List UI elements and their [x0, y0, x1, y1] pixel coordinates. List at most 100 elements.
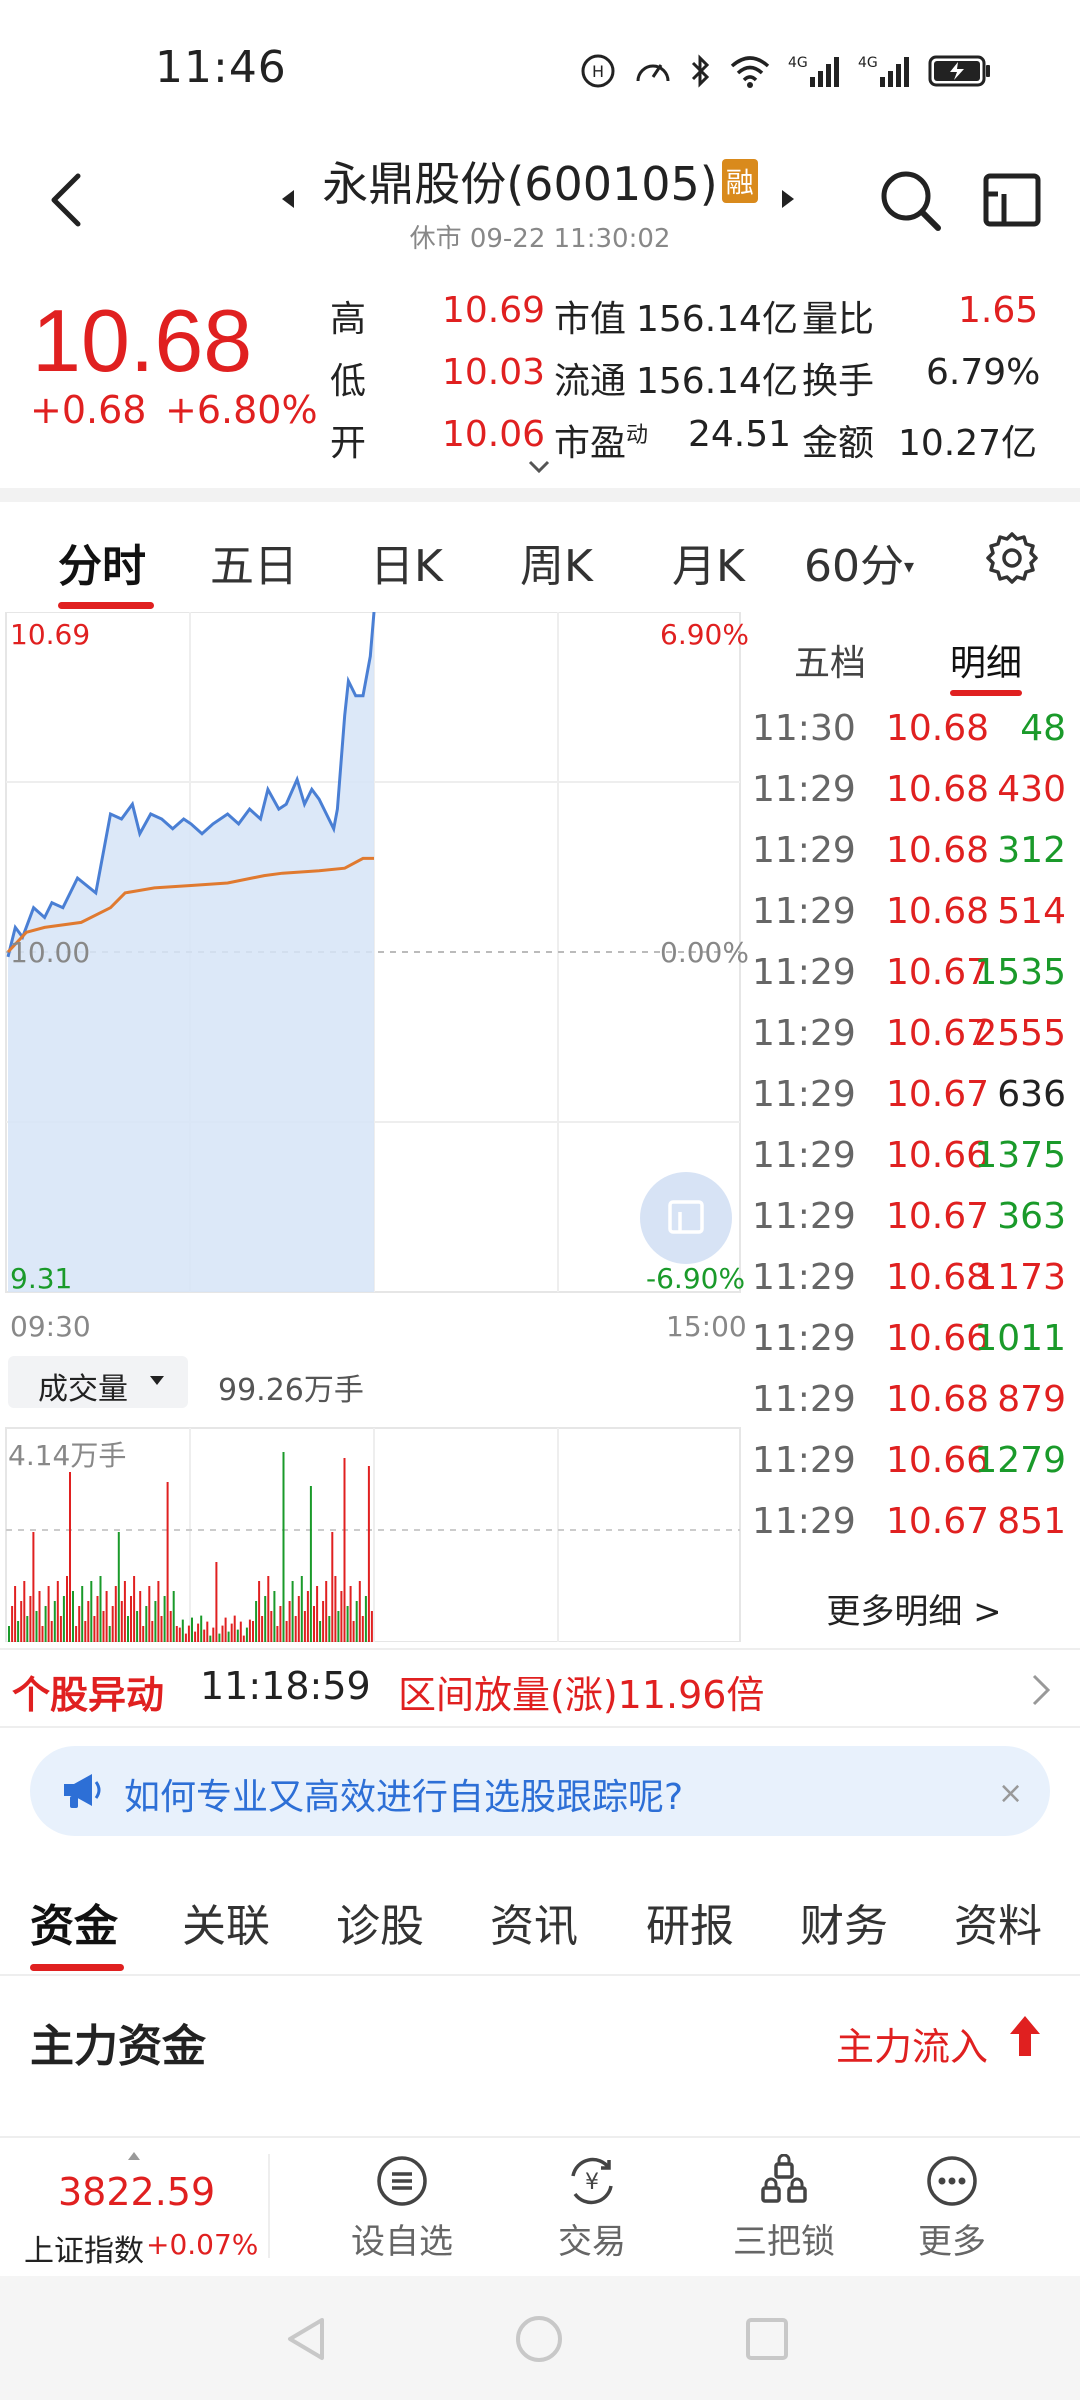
section-divider — [0, 488, 1080, 502]
volume-bar — [50, 1621, 53, 1642]
index-name[interactable]: 上证指数 — [24, 2226, 144, 2270]
volume-bar — [11, 1606, 14, 1642]
status-icons: H 4G 4G — [580, 46, 992, 96]
trade-row: 11:29 10.68 879 — [748, 1371, 1080, 1432]
volume-bar — [90, 1581, 93, 1642]
nav-label: 更多 — [918, 2222, 986, 2262]
nav-separator — [268, 2154, 270, 2258]
nav-trade[interactable]: ¥ 交易 — [532, 2154, 652, 2263]
search-icon[interactable] — [878, 168, 944, 234]
trade-volume: 312 — [997, 830, 1066, 871]
volume-bar — [285, 1621, 288, 1642]
stock-alert-row[interactable]: 个股异动 11:18:59 区间放量(涨)11.96倍 — [0, 1648, 1080, 1728]
trade-time: 11:29 — [752, 1196, 856, 1237]
nav-three-locks[interactable]: 三把锁 — [714, 2154, 854, 2263]
chart-pct-base: 0.00% — [660, 936, 749, 969]
trade-tab-indicator — [950, 690, 1022, 696]
system-recents-icon[interactable] — [744, 2316, 790, 2362]
volume-bar — [169, 1611, 172, 1642]
high-value: 10.69 — [442, 290, 546, 331]
volume-bar — [123, 1581, 126, 1642]
volume-bar — [206, 1621, 209, 1642]
tab-news[interactable]: 资讯 — [490, 1890, 578, 1954]
tab-trade-detail[interactable]: 明细 — [950, 634, 1022, 686]
alert-text: 区间放量(涨)11.96倍 — [398, 1673, 765, 1717]
nav-more[interactable]: 更多 — [892, 2154, 1012, 2263]
trade-row: 11:29 10.67 1535 — [748, 944, 1080, 1005]
more-dots-icon — [927, 2156, 977, 2206]
volume-bar — [26, 1616, 29, 1642]
tab-funds[interactable]: 资金 — [30, 1890, 118, 1954]
nav-label: 设自选 — [351, 2222, 453, 2262]
volume-bar — [117, 1532, 120, 1642]
speed-icon — [634, 53, 672, 89]
chevron-up-icon — [128, 2152, 140, 2160]
tip-banner[interactable]: 如何专业又高效进行自选股跟踪呢? × — [30, 1746, 1050, 1836]
volume-bar — [8, 1626, 10, 1642]
price-change-pct: +6.80% — [165, 388, 318, 432]
nav-add-watchlist[interactable]: 设自选 — [342, 2154, 462, 2263]
landscape-float-button[interactable] — [640, 1172, 732, 1264]
volume-bar — [163, 1596, 166, 1642]
tab-five-day[interactable]: 五日 — [210, 530, 298, 594]
tab-daily-k[interactable]: 日K — [370, 530, 443, 594]
volume-bar — [160, 1616, 163, 1642]
tab-60min[interactable]: 60分▾ — [804, 530, 914, 594]
amount-label: 金额 — [802, 423, 875, 464]
tab-profile[interactable]: 资料 — [954, 1890, 1042, 1954]
tab-weekly-k[interactable]: 周K — [520, 530, 593, 594]
volume-bar — [38, 1591, 41, 1642]
tab-order-book[interactable]: 五档 — [794, 634, 866, 686]
volume-bar — [41, 1626, 44, 1642]
system-home-icon[interactable] — [514, 2314, 564, 2364]
more-detail-link[interactable]: 更多明细 > — [748, 1584, 1080, 1633]
trade-volume: 363 — [997, 1196, 1066, 1237]
volume-bar — [166, 1482, 169, 1642]
trade-row: 11:29 10.68 514 — [748, 883, 1080, 944]
gear-icon[interactable] — [984, 530, 1040, 586]
volume-bar — [227, 1631, 230, 1642]
volume-bar — [194, 1631, 197, 1642]
volume-bar — [105, 1591, 108, 1642]
expand-chevron-icon[interactable] — [528, 460, 550, 474]
index-value[interactable]: 3822.59 — [58, 2170, 215, 2214]
volume-bar — [127, 1616, 129, 1642]
trade-tabs: 五档 明细 — [748, 612, 1080, 702]
volume-bar — [175, 1626, 178, 1642]
trade-volume: 430 — [997, 769, 1066, 810]
intraday-chart[interactable] — [0, 612, 748, 1642]
volume-bar — [236, 1629, 239, 1642]
volume-bar — [340, 1591, 343, 1642]
trade-volume: 1011 — [974, 1318, 1066, 1359]
volume-bar — [288, 1601, 291, 1642]
tip-text: 如何专业又高效进行自选股跟踪呢? — [124, 1777, 684, 1818]
volume-bar — [178, 1627, 181, 1642]
back-icon[interactable] — [42, 170, 92, 230]
status-time: 11:46 — [155, 42, 287, 93]
hd-icon: H — [580, 53, 616, 89]
volume-bar — [17, 1621, 20, 1642]
trade-detail-list[interactable]: 11:30 10.68 48 11:29 10.68 430 11:29 10.68 312 11… — [748, 700, 1080, 1580]
volume-bar — [352, 1621, 355, 1642]
tab-related[interactable]: 关联 — [182, 1890, 270, 1954]
trade-time: 11:29 — [752, 1379, 856, 1420]
volume-bar — [78, 1606, 81, 1642]
landscape-icon[interactable] — [982, 170, 1042, 230]
volume-bar — [255, 1601, 258, 1642]
next-stock-arrow[interactable] — [782, 190, 794, 208]
system-nav-bar — [0, 2276, 1080, 2400]
tab-research[interactable]: 研报 — [646, 1890, 734, 1954]
volume-bar — [355, 1601, 358, 1642]
tab-financials[interactable]: 财务 — [800, 1890, 888, 1954]
tab-diagnosis[interactable]: 诊股 — [336, 1890, 424, 1954]
chart-price-high: 10.69 — [10, 618, 91, 651]
index-change-pct: +0.07% — [146, 2228, 259, 2261]
close-icon[interactable]: × — [998, 1776, 1023, 1811]
tab-intraday[interactable]: 分时 — [58, 530, 146, 594]
svg-text:¥: ¥ — [585, 2170, 599, 2195]
trade-volume: 1279 — [974, 1440, 1066, 1481]
tab-monthly-k[interactable]: 月K — [672, 530, 745, 594]
volume-bar — [44, 1606, 47, 1642]
trade-time: 11:29 — [752, 1440, 856, 1481]
system-back-icon[interactable] — [282, 2314, 330, 2364]
